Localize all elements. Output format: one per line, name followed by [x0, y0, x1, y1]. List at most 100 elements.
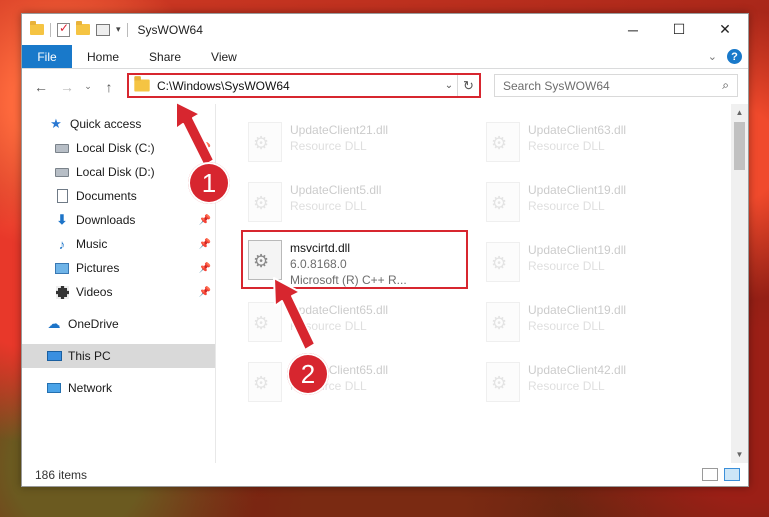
disk-icon: [54, 165, 70, 179]
sidebar-item-documents[interactable]: Documents 📌: [22, 184, 215, 208]
scroll-down-icon[interactable]: ▼: [731, 446, 748, 463]
view-buttons: [702, 468, 740, 481]
dll-file-icon: [486, 302, 520, 342]
customize-toolbar-chevron-icon[interactable]: ▾: [116, 24, 121, 35]
sidebar-item-label: Music: [76, 237, 108, 251]
scroll-thumb[interactable]: [734, 122, 745, 170]
dll-file-icon: [486, 242, 520, 282]
minimize-button[interactable]: ─: [610, 14, 656, 45]
file-name: UpdateClient19.dll: [528, 183, 627, 197]
pin-icon[interactable]: 📌: [199, 215, 211, 226]
file-list: UpdateClient21.dll Resource DLL UpdateCli…: [222, 104, 734, 463]
search-placeholder: Search SysWOW64: [503, 78, 610, 93]
onedrive-icon: ☁: [47, 316, 61, 331]
file-item[interactable]: UpdateClient65.dll Resource DLL: [242, 294, 462, 350]
file-item[interactable]: UpdateClient65.dllResource DLL: [242, 354, 462, 410]
sidebar-item-network[interactable]: Network: [22, 376, 215, 400]
file-description: Resource DLL: [528, 259, 605, 273]
disk-icon: [54, 141, 70, 155]
step-2-badge: 2: [287, 353, 329, 395]
file-description: Resource DLL: [290, 139, 367, 153]
sidebar-item-label: Documents: [76, 189, 137, 203]
back-button[interactable]: ←: [28, 79, 54, 95]
file-item[interactable]: UpdateClient5.dll Resource DLL: [242, 174, 462, 230]
file-name: UpdateClient19.dll: [528, 243, 627, 257]
search-icon[interactable]: ⌕: [722, 78, 729, 93]
vertical-scrollbar[interactable]: ▲ ▼: [731, 104, 748, 463]
sidebar-item-videos[interactable]: Videos 📌: [22, 280, 215, 304]
videos-icon: [54, 285, 70, 299]
sidebar-item-onedrive[interactable]: ☁ OneDrive: [22, 312, 215, 336]
file-name: UpdateClient19.dll: [528, 303, 627, 317]
pin-icon[interactable]: 📌: [199, 143, 211, 154]
sidebar-item-pictures[interactable]: Pictures 📌: [22, 256, 215, 280]
scroll-up-icon[interactable]: ▲: [731, 104, 748, 121]
this-pc-icon: [46, 349, 62, 363]
sidebar-item-label: Local Disk (D:): [76, 165, 155, 179]
sidebar-item-label: OneDrive: [68, 317, 119, 331]
sidebar-item-label: Downloads: [76, 213, 136, 227]
sidebar-item-label: Network: [68, 381, 113, 395]
details-view-icon[interactable]: [702, 468, 718, 481]
file-item[interactable]: UpdateClient63.dll Resource DLL: [480, 114, 700, 170]
file-description: Resource DLL: [528, 139, 605, 153]
sidebar-item-local-disk-d[interactable]: Local Disk (D:): [22, 160, 215, 184]
window-controls: ─ ☐ ✕: [610, 14, 748, 45]
sidebar-item-this-pc[interactable]: This PC: [22, 344, 215, 368]
file-description: Resource DLL: [528, 199, 605, 213]
music-icon: ♪: [58, 236, 66, 252]
file-item[interactable]: UpdateClient19.dll Resource DLL: [480, 234, 700, 290]
downloads-icon: ⬇: [56, 212, 68, 227]
search-input[interactable]: Search SysWOW64 ⌕: [494, 74, 738, 97]
sidebar-item-local-disk-c[interactable]: Local Disk (C:) 📌: [22, 136, 215, 160]
pin-icon[interactable]: 📌: [199, 263, 211, 274]
tab-view[interactable]: View: [196, 45, 252, 68]
file-item[interactable]: UpdateClient21.dll Resource DLL: [242, 114, 462, 170]
tiles-view-icon[interactable]: [724, 468, 740, 481]
expand-ribbon-chevron-icon[interactable]: ⌄: [708, 50, 717, 63]
file-highlight-box: [241, 230, 468, 289]
pin-icon[interactable]: 📌: [199, 239, 211, 250]
quick-access-toolbar: ▾: [22, 21, 128, 37]
file-description: Resource DLL: [290, 319, 367, 333]
sidebar-item-label: Videos: [76, 285, 113, 299]
properties-check-icon[interactable]: [57, 21, 70, 37]
sidebar-item-label: Quick access: [70, 117, 142, 131]
pin-icon[interactable]: 📌: [199, 287, 211, 298]
ribbon-right: ⌄ ?: [708, 49, 742, 64]
file-name: UpdateClient63.dll: [528, 123, 627, 137]
tab-share[interactable]: Share: [134, 45, 196, 68]
sidebar-item-downloads[interactable]: ⬇ Downloads 📌: [22, 208, 215, 232]
dll-file-icon: [248, 302, 282, 342]
tab-file[interactable]: File: [22, 45, 72, 68]
network-icon: [46, 381, 62, 395]
sidebar-item-music[interactable]: ♪ Music 📌: [22, 232, 215, 256]
navigation-pane: ★ Quick access Local Disk (C:) 📌 Local D…: [22, 104, 216, 463]
maximize-button[interactable]: ☐: [656, 14, 702, 45]
folder-icon: [30, 21, 44, 35]
toolbar-divider: [50, 22, 51, 37]
file-name: UpdateClient21.dll: [290, 123, 389, 137]
up-button[interactable]: ↑: [96, 79, 122, 95]
file-name: UpdateClient65.dll: [290, 303, 389, 317]
file-item[interactable]: UpdateClient19.dll Resource DLL: [480, 294, 700, 350]
address-history-chevron-icon[interactable]: ⌄: [441, 80, 457, 91]
window-title: SysWOW64: [137, 22, 203, 37]
address-bar[interactable]: C:\Windows\SysWOW64 ⌄ ↻: [127, 73, 481, 98]
step-1-badge: 1: [188, 162, 230, 204]
dll-file-icon: [248, 362, 282, 402]
dll-file-icon: [486, 362, 520, 402]
forward-button[interactable]: →: [54, 79, 80, 95]
tab-home[interactable]: Home: [72, 45, 134, 68]
file-item[interactable]: UpdateClient42.dll Resource DLL: [480, 354, 700, 410]
sidebar-item-quick-access[interactable]: ★ Quick access: [22, 112, 215, 136]
view-options-icon[interactable]: [96, 23, 110, 36]
help-icon[interactable]: ?: [727, 49, 742, 64]
new-folder-icon[interactable]: [76, 21, 90, 35]
close-button[interactable]: ✕: [702, 14, 748, 45]
recent-locations-chevron-icon[interactable]: ⌄: [80, 81, 96, 92]
sidebar-item-label: Local Disk (C:): [76, 141, 155, 155]
file-item[interactable]: UpdateClient19.dll Resource DLL: [480, 174, 700, 230]
refresh-icon[interactable]: ↻: [457, 75, 479, 96]
address-path[interactable]: C:\Windows\SysWOW64: [157, 79, 441, 93]
